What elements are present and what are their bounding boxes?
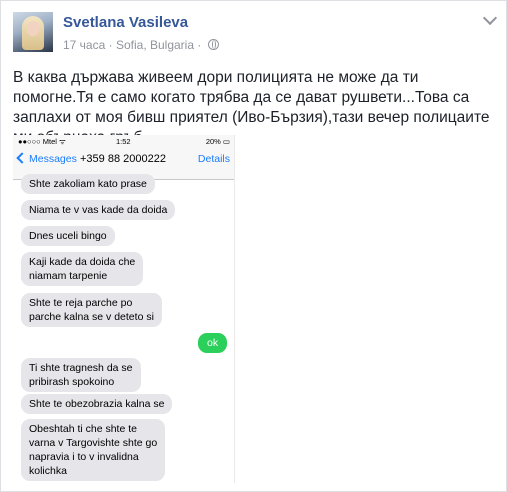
meta-separator-2: · [197, 38, 202, 52]
message-bubble-received: Obeshtah ti che shte te varna v Targovis… [21, 419, 166, 481]
message-bubble-received: Niama te v vas kade da doida [21, 200, 176, 220]
status-time: 1:52 [116, 137, 131, 146]
contact-number: +359 88 2000222 [80, 153, 166, 165]
message-bubble-received: Shte zakoliam kato prase [21, 174, 155, 194]
phone-status-bar: ●●○○○ Mtel ᯤ 1:52 20% ▭ [13, 135, 234, 147]
message-bubble-received: Ti shte tragnesh da se pribirash spokoin… [21, 358, 141, 392]
avatar-face [27, 21, 39, 36]
meta-separator: · [108, 38, 113, 52]
details-button: Details [197, 153, 230, 165]
globe-icon[interactable] [207, 39, 219, 50]
post-meta: 17 часа · Sofia, Bulgaria · [63, 38, 219, 52]
chevron-down-icon[interactable] [482, 10, 498, 26]
messages-back-button: Messages [16, 152, 77, 165]
facebook-post: Svetlana Vasileva 17 часа · Sofia, Bulga… [0, 0, 507, 492]
post-time[interactable]: 17 часа [63, 38, 105, 52]
carrier-signal: ●●○○○ Mtel ᯤ [18, 137, 66, 146]
message-bubble-received: Shte te obezobrazia kalna se [21, 394, 173, 414]
message-bubble-sent: ok [198, 333, 228, 353]
battery-status: 20% ▭ [205, 137, 230, 146]
post-location[interactable]: Sofia, Bulgaria [116, 38, 194, 52]
message-bubble-received: Kaji kade da doida che niamam tarpenie [21, 252, 144, 286]
sms-screenshot[interactable]: ●●○○○ Mtel ᯤ 1:52 20% ▭ Messages +359 88… [13, 135, 235, 483]
avatar[interactable] [13, 12, 53, 52]
message-bubble-received: Shte te reja parche po parche kalna se v… [21, 293, 162, 327]
chevron-left-icon [16, 152, 28, 164]
author-name[interactable]: Svetlana Vasileva [63, 14, 188, 31]
back-label: Messages [29, 153, 77, 165]
message-bubble-received: Dnes uceli bingo [21, 226, 115, 246]
